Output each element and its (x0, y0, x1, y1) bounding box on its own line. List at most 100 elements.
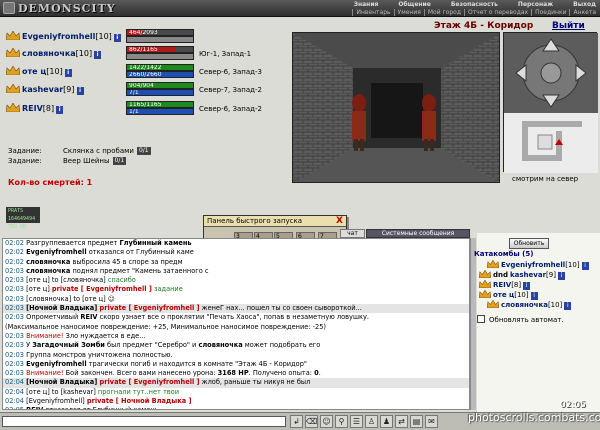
tab-system-messages[interactable]: Системные сообщения (366, 229, 470, 238)
message-segment[interactable]: private [ Evgeniyfromhell ] (100, 304, 200, 312)
crown-icon (478, 279, 492, 289)
submenu-transfer-report[interactable]: Отчет о переводах (463, 9, 528, 16)
chat-message: 02:03 У Загадочный Зомби был предмет "Се… (3, 341, 469, 350)
message-segment[interactable]: private [ Evgeniyfromhell ] (52, 285, 152, 293)
turn-left-icon[interactable] (515, 63, 527, 83)
message-segment: Группа монстров уничтожена полностью. (26, 350, 173, 359)
tab-chat[interactable]: чат (340, 229, 365, 238)
member-level: [10] (46, 67, 63, 76)
menu-item-exit[interactable]: Выход (573, 1, 596, 8)
info-icon[interactable]: i (581, 262, 589, 270)
party-member[interactable]: Evgeniyfromhell[10] i 464/2093 (6, 29, 288, 45)
info-icon[interactable]: i (56, 106, 64, 114)
user-name[interactable]: kashevar (510, 271, 546, 279)
chat-message: 02:04 [Evgeniyfromhell] private [ Ночной… (3, 397, 469, 406)
submenu-my-city[interactable]: Мой город (423, 9, 461, 16)
hp-text: 862/1165 (129, 46, 158, 53)
party-member[interactable]: словяночка[10] i 862/1165 Юг-1, Запад-1 (6, 46, 288, 62)
message-segment: Внимание! (26, 369, 66, 378)
info-icon[interactable]: i (564, 302, 572, 310)
message-segment[interactable]: Загадочный Зомби (32, 341, 105, 349)
message-segment: [оте ц] (82, 294, 108, 303)
message-segment[interactable]: private [ Ночной Владыка ] (87, 397, 192, 405)
member-name[interactable]: оте ц[10] i (22, 67, 72, 77)
party-member[interactable]: REIV[8] i 1165/1165 1/1 Север-6, Запад-2 (6, 101, 288, 117)
mp-bar (126, 53, 194, 60)
message-segment: был предмет "Серебро" и (104, 341, 199, 350)
online-user[interactable]: словяночка[10] i (486, 299, 572, 310)
member-name-text: оте ц (22, 67, 47, 76)
submenu-duels[interactable]: Поединки (531, 9, 566, 16)
user-name[interactable]: словяночка (501, 301, 548, 309)
scroll-icon[interactable]: ✉ (425, 415, 438, 428)
smile-icon[interactable]: ☺ (320, 415, 333, 428)
online-user[interactable]: Evgeniyfromhell[10] i (486, 259, 589, 270)
clear-icon[interactable]: ⌫ (305, 415, 318, 428)
user-name[interactable]: оте ц (493, 291, 514, 299)
task-row: Задание: Склянка с пробами 0/1 (8, 146, 151, 156)
main-menu: Знания Общение Безопасность Персонаж Вых… (354, 1, 596, 8)
info-icon[interactable]: i (530, 292, 538, 300)
message-segment[interactable]: [Ночной Владыка] (26, 304, 99, 312)
info-icon[interactable]: i (94, 51, 102, 59)
message-segment[interactable]: словяночка (26, 258, 70, 266)
message-segment[interactable]: Evgeniyfromhell (26, 248, 86, 256)
info-icon[interactable]: i (557, 272, 565, 280)
message-time: 02:03 (5, 341, 25, 350)
message-segment[interactable]: [Ночной Владыка] (26, 378, 99, 386)
info-icon[interactable]: i (523, 282, 531, 290)
dungeon-view (292, 32, 500, 183)
menu-item-communication[interactable]: Общение (398, 1, 430, 8)
member-name[interactable]: словяночка[10] i (22, 49, 102, 59)
party-member[interactable]: оте ц[10] i 1422/1422 2660/2660 Север-6, Зап… (6, 64, 288, 80)
auto-refresh-checkbox[interactable] (477, 315, 485, 323)
message-segment[interactable]: private [ Evgeniyfromhell ] (100, 378, 200, 386)
member-name[interactable]: Evgeniyfromhell[10] i (22, 32, 121, 42)
message-segment[interactable]: словяночка (26, 267, 70, 275)
message-segment[interactable]: Evgeniyfromhell (26, 360, 86, 368)
party-member[interactable]: kashevar[9] i 904/904 7/1 Север-7, Запад-2 (6, 82, 288, 98)
chat-message: 02:03 словяночка поднял предмет "Камень … (3, 267, 469, 276)
member-name[interactable]: REIV[8] i (22, 104, 64, 114)
message-segment[interactable]: словяночка (198, 341, 242, 349)
refresh-button[interactable]: Обновить (509, 238, 549, 249)
exit-link[interactable]: Выйти (552, 21, 585, 31)
member-name[interactable]: kashevar[9] i (22, 85, 84, 95)
menu-item-security[interactable]: Безопасность (451, 1, 498, 8)
chat-scrollbar[interactable] (470, 238, 476, 410)
message-segment[interactable]: REIV (26, 406, 43, 409)
group-icon[interactable]: ♟ (380, 415, 393, 428)
submenu-profile[interactable]: Анкета (569, 9, 596, 16)
message-segment[interactable]: Глубинный камень (119, 239, 191, 247)
menu-item-knowledge[interactable]: Знания (354, 1, 379, 8)
info-icon[interactable]: i (113, 34, 121, 42)
list-icon[interactable]: ☰ (350, 415, 363, 428)
info-icon[interactable]: i (64, 69, 72, 77)
turn-right-icon[interactable] (575, 63, 587, 83)
move-back-icon[interactable] (542, 94, 560, 108)
user-level: [8] (511, 281, 522, 289)
close-icon[interactable]: X (336, 216, 343, 227)
message-segment[interactable]: 3168 HP (218, 369, 249, 377)
filter-icon[interactable]: ⚲ (335, 415, 348, 428)
submenu-skills[interactable]: Умения (393, 9, 421, 16)
auto-refresh-option[interactable]: Обновлять автомат. (477, 315, 564, 324)
book-icon[interactable]: ▤ (410, 415, 423, 428)
trade-icon[interactable]: ⇄ (395, 415, 408, 428)
message-segment: Внимание! (26, 331, 66, 340)
send-icon[interactable]: ↲ (290, 415, 303, 428)
submenu-inventory[interactable]: Инвентарь (352, 9, 391, 16)
message-segment[interactable]: REIV (80, 313, 97, 321)
user-name[interactable]: Evgeniyfromhell (501, 261, 565, 269)
online-user[interactable]: dnd kashevar[9] i (478, 269, 565, 280)
chat-input[interactable] (2, 416, 286, 427)
user-name[interactable]: REIV (493, 281, 511, 289)
move-forward-icon[interactable] (542, 38, 560, 52)
menu-item-character[interactable]: Персонаж (518, 1, 553, 8)
person-icon[interactable]: ♙ (365, 415, 378, 428)
online-user[interactable]: REIV[8] i (478, 279, 531, 290)
message-time: 02:04 (5, 387, 25, 396)
online-user[interactable]: оте ц[10] i (478, 289, 538, 300)
info-icon[interactable]: i (76, 87, 84, 95)
message-segment: [словяночка] (26, 294, 74, 303)
